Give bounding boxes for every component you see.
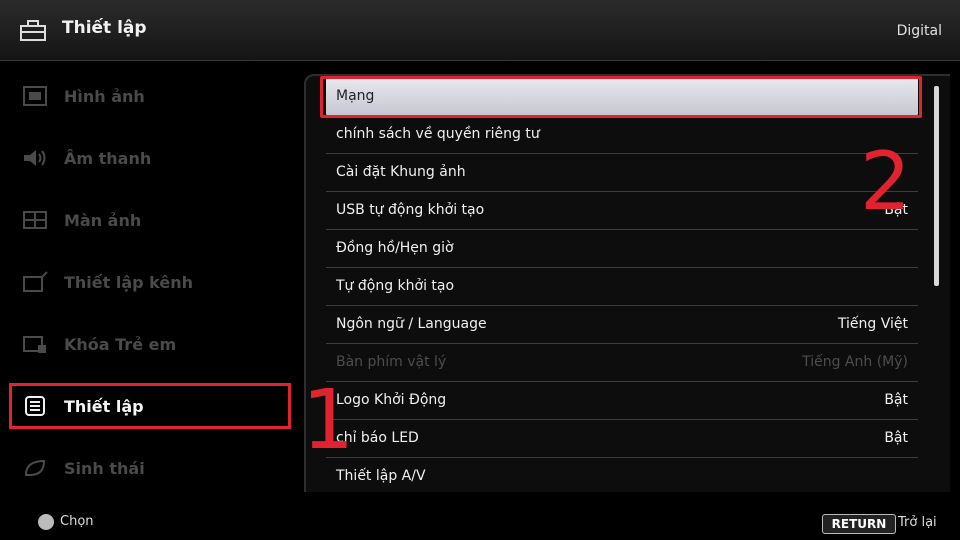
- step-marker-2: 2: [860, 135, 911, 228]
- speaker-icon: [24, 150, 46, 166]
- menu-item-value: Tiếng Việt: [837, 316, 908, 332]
- select-button-icon: [38, 514, 54, 530]
- menu-item-usb-autostart[interactable]: USB tự động khởi tạo Bật: [326, 192, 918, 230]
- return-key-badge[interactable]: RETURN: [822, 514, 896, 534]
- menu-item-led-indicator[interactable]: chỉ báo LED Bật: [326, 420, 918, 458]
- select-hint-label: Chọn: [60, 514, 94, 529]
- menu-item-value: Tiếng Anh (Mỹ): [802, 354, 908, 370]
- menu-item-physical-keyboard: Bàn phím vật lý Tiếng Anh (Mỹ): [326, 344, 918, 382]
- sidebar-item-label: Khóa Trẻ em: [64, 335, 177, 354]
- page-title: Thiết lập: [62, 18, 147, 38]
- sidebar-item-label: Thiết lập: [64, 397, 144, 416]
- screen-icon: [23, 211, 47, 229]
- menu-item-startup-logo[interactable]: Logo Khởi Động Bật: [326, 382, 918, 420]
- sidebar-item-label: Âm thanh: [64, 149, 152, 168]
- highlight-box-network: [320, 76, 922, 118]
- sidebar-item-label: Hình ảnh: [64, 87, 145, 106]
- menu-item-value: Bật: [884, 392, 908, 408]
- menu-item-label: Đồng hồ/Hẹn giờ: [336, 240, 454, 256]
- menu-item-clock-timer[interactable]: Đồng hồ/Hẹn giờ: [326, 230, 918, 268]
- return-hint-label: Trở lại: [898, 515, 937, 530]
- sidebar-item-channel-setup[interactable]: Thiết lập kênh: [12, 262, 288, 302]
- sidebar-item-settings[interactable]: Thiết lập: [9, 383, 291, 429]
- sidebar-item-label: Màn ảnh: [64, 211, 142, 230]
- channel-setup-icon: [23, 271, 48, 292]
- sidebar-item-label: Sinh thái: [64, 459, 145, 478]
- top-bar: Thiết lập Digital: [0, 0, 960, 61]
- sidebar-item-label: Thiết lập kênh: [64, 273, 194, 292]
- settings-icon: [25, 396, 45, 416]
- menu-item-label: USB tự động khởi tạo: [336, 202, 485, 218]
- menu-item-auto-setup[interactable]: Tự động khởi tạo: [326, 268, 918, 306]
- menu-item-privacy-policy[interactable]: chính sách về quyền riêng tư: [326, 116, 918, 154]
- sidebar-item-child-lock[interactable]: Khóa Trẻ em: [12, 324, 288, 364]
- picture-icon: [23, 86, 47, 106]
- sidebar-item-picture[interactable]: Hình ảnh: [12, 76, 288, 116]
- sidebar-item-screen[interactable]: Màn ảnh: [12, 200, 288, 240]
- menu-item-label: Cài đặt Khung ảnh: [336, 164, 466, 180]
- menu-item-av-setup[interactable]: Thiết lập A/V: [326, 458, 918, 495]
- toolbox-icon: [20, 20, 46, 41]
- menu-item-language[interactable]: Ngôn ngữ / Language Tiếng Việt: [326, 306, 918, 344]
- menu-item-photo-frame[interactable]: Cài đặt Khung ảnh: [326, 154, 918, 192]
- menu-item-label: Ngôn ngữ / Language: [336, 316, 487, 332]
- eco-icon: [24, 459, 46, 476]
- child-lock-icon: [23, 336, 46, 353]
- menu-item-label: Thiết lập A/V: [336, 468, 426, 484]
- menu-item-label: Tự động khởi tạo: [336, 278, 455, 294]
- settings-menu-panel: Mạng chính sách về quyền riêng tư Cài đặ…: [304, 74, 950, 492]
- input-source-label: Digital: [896, 23, 942, 39]
- step-marker-1: 1: [302, 373, 355, 468]
- sidebar: Hình ảnh Âm thanh Màn ảnh Thiết lập kênh…: [0, 62, 300, 494]
- sidebar-item-eco[interactable]: Sinh thái: [12, 448, 288, 488]
- menu-scrollbar[interactable]: [934, 86, 939, 286]
- menu-item-label: chính sách về quyền riêng tư: [336, 126, 540, 142]
- bottom-bar: Chọn RETURN Trở lại: [0, 502, 960, 540]
- menu-item-value: Bật: [884, 430, 908, 446]
- menu-item-label: Bàn phím vật lý: [336, 354, 447, 370]
- sidebar-item-sound[interactable]: Âm thanh: [12, 138, 288, 178]
